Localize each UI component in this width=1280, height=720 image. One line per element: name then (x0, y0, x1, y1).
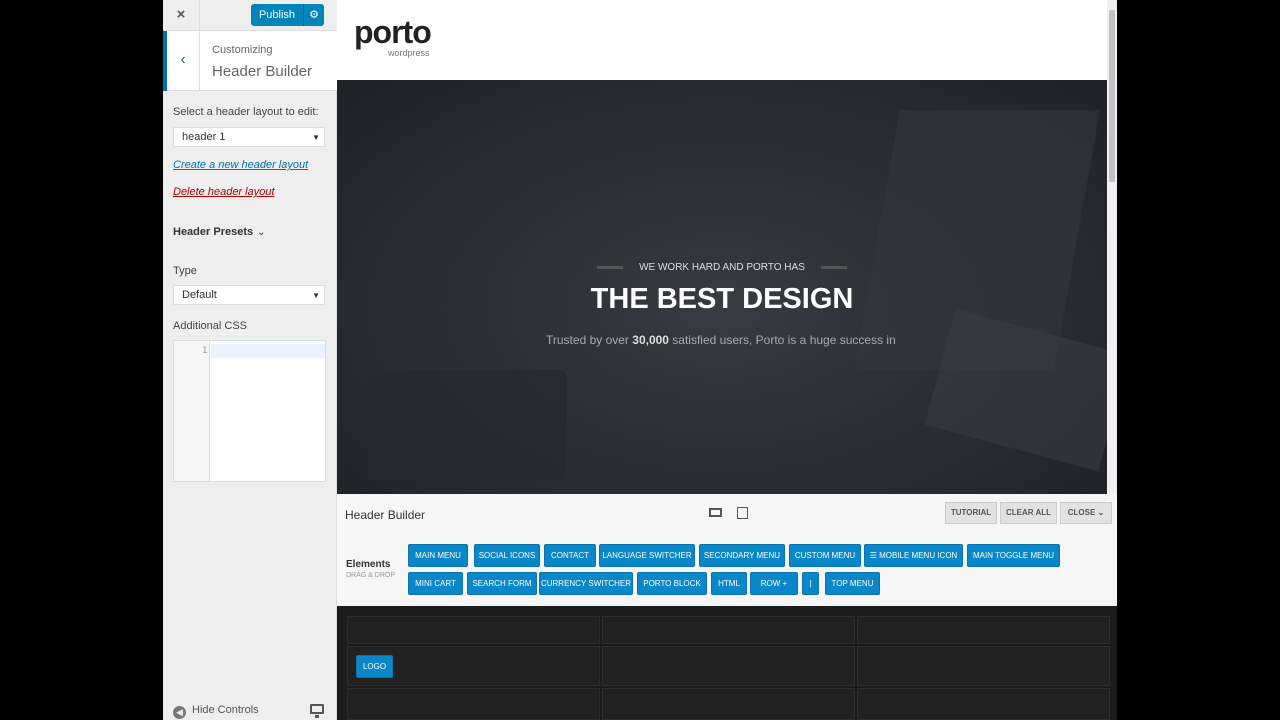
type-value: Default (182, 289, 217, 301)
active-line (211, 344, 325, 358)
chevron-down-icon: ⌄ (257, 227, 266, 238)
select-layout-label: Select a header layout to edit: (173, 106, 319, 118)
editor-gutter: 1 (174, 341, 210, 481)
type-select[interactable]: Default ▼ (173, 285, 325, 305)
tablet-view-icon[interactable] (737, 507, 748, 519)
element-chip[interactable]: CONTACT (544, 544, 596, 567)
clear-all-button[interactable]: CLEAR ALL (1000, 502, 1057, 524)
gear-icon[interactable]: ⚙ (303, 4, 324, 26)
elements-label: Elements (346, 559, 391, 570)
grid-cell[interactable] (857, 688, 1110, 720)
line-number: 1 (202, 346, 208, 356)
elements-sublabel: DRAG & DROP (346, 572, 396, 579)
customizer-window: × Publish ⚙ ‹ Customizing Header Builder… (163, 0, 1117, 720)
back-arrow-icon[interactable]: ‹ (163, 31, 200, 91)
desktop-view-icon[interactable] (709, 508, 722, 517)
close-builder-button[interactable]: CLOSE ⌄ (1060, 502, 1112, 524)
desktop-preview-icon[interactable] (310, 704, 324, 718)
site-logo-subtitle: wordpress (388, 48, 430, 58)
grid-cell[interactable] (857, 616, 1110, 644)
header-presets-label: Header Presets (173, 226, 254, 238)
grid-cell[interactable] (602, 688, 855, 720)
kicker-divider (820, 265, 847, 269)
sidebar-topbar: × Publish ⚙ (163, 0, 337, 31)
kicker-divider (597, 265, 624, 269)
close-builder-label: CLOSE (1067, 508, 1096, 517)
hero-banner: WE WORK HARD AND PORTO HAS THE BEST DESI… (337, 80, 1107, 494)
header-presets-toggle[interactable]: Header Presets ⌄ (173, 226, 266, 238)
additional-css-label: Additional CSS (173, 320, 247, 332)
element-chip[interactable]: ☰ MOBILE MENU ICON (864, 544, 963, 567)
grid-cell[interactable] (347, 688, 600, 720)
element-chip[interactable]: MAIN TOGGLE MENU (967, 544, 1060, 567)
header-layout-value: header 1 (182, 131, 226, 143)
hero-subtitle: Trusted by over 30,000 satisfied users, … (546, 333, 898, 347)
builder-grid (337, 606, 1117, 720)
element-chip[interactable]: MINI CART (408, 572, 463, 595)
close-icon[interactable]: × (163, 0, 200, 31)
type-label: Type (173, 265, 197, 277)
css-code-editor[interactable]: 1 (173, 340, 326, 482)
tutorial-button[interactable]: TUTORIAL (945, 502, 997, 524)
element-chip[interactable]: HTML (711, 572, 747, 595)
chevron-down-icon: ⌄ (1097, 508, 1105, 517)
logo-element[interactable]: LOGO (356, 655, 393, 678)
hero-kicker-text: WE WORK HARD AND PORTO HAS (639, 262, 805, 273)
element-chip[interactable]: CURRENCY SWITCHER (539, 572, 633, 595)
customizing-label: Customizing (212, 44, 273, 56)
element-chip[interactable]: TOP MENU (825, 572, 880, 595)
grid-cell[interactable] (602, 646, 855, 686)
element-chip[interactable]: | (802, 572, 819, 595)
element-chip[interactable]: SOCIAL ICONS (474, 544, 540, 567)
collapse-icon: ◀ (173, 706, 186, 719)
delete-layout-link[interactable]: Delete header layout (173, 186, 275, 198)
section-title: Header Builder (212, 63, 313, 80)
element-chip[interactable]: MAIN MENU (408, 544, 468, 567)
create-layout-link[interactable]: Create a new header layout (173, 159, 308, 171)
site-preview: porto wordpress WE WORK HARD AND PORTO H… (337, 0, 1107, 494)
sidebar-footer: ◀ Hide Controls (163, 700, 337, 720)
hero-title: THE BEST DESIGN (590, 283, 854, 315)
site-logo[interactable]: porto (354, 15, 432, 49)
scrollbar-thumb[interactable] (1109, 10, 1115, 182)
hero-background-shape (924, 308, 1107, 472)
grid-cell[interactable] (347, 616, 600, 644)
element-chip[interactable]: ROW + (750, 572, 798, 595)
hero-subtitle-number: 30,000 (632, 333, 669, 347)
header-builder-panel: Header Builder TUTORIAL CLEAR ALL CLOSE … (337, 494, 1117, 720)
hero-subtitle-text: Trusted by over (546, 333, 633, 347)
grid-cell[interactable] (602, 616, 855, 644)
preview-scrollbar[interactable] (1107, 0, 1117, 494)
element-chip[interactable]: PORTO BLOCK (637, 572, 707, 595)
element-chip[interactable]: CUSTOM MENU (789, 544, 861, 567)
header-builder-title: Header Builder (345, 508, 426, 522)
hero-kicker: WE WORK HARD AND PORTO HAS (337, 262, 1107, 273)
header-layout-select[interactable]: header 1 ▼ (173, 127, 325, 147)
hide-controls-button[interactable]: ◀ Hide Controls (173, 704, 259, 719)
hero-subtitle-text: satisfied users, Porto is a huge success… (668, 333, 898, 347)
publish-button[interactable]: Publish (251, 4, 303, 26)
caret-down-icon: ▼ (312, 291, 320, 300)
hide-controls-label: Hide Controls (192, 704, 259, 716)
section-header: ‹ Customizing Header Builder (163, 31, 337, 91)
element-chip[interactable]: SECONDARY MENU (699, 544, 785, 567)
element-chip[interactable]: SEARCH FORM (467, 572, 537, 595)
customizer-sidebar: × Publish ⚙ ‹ Customizing Header Builder… (163, 0, 337, 720)
caret-down-icon: ▼ (312, 133, 320, 142)
grid-cell[interactable] (857, 646, 1110, 686)
hero-background-shape (367, 370, 567, 480)
element-chip[interactable]: LANGUAGE SWITCHER (599, 544, 695, 567)
right-margin (1117, 0, 1280, 720)
